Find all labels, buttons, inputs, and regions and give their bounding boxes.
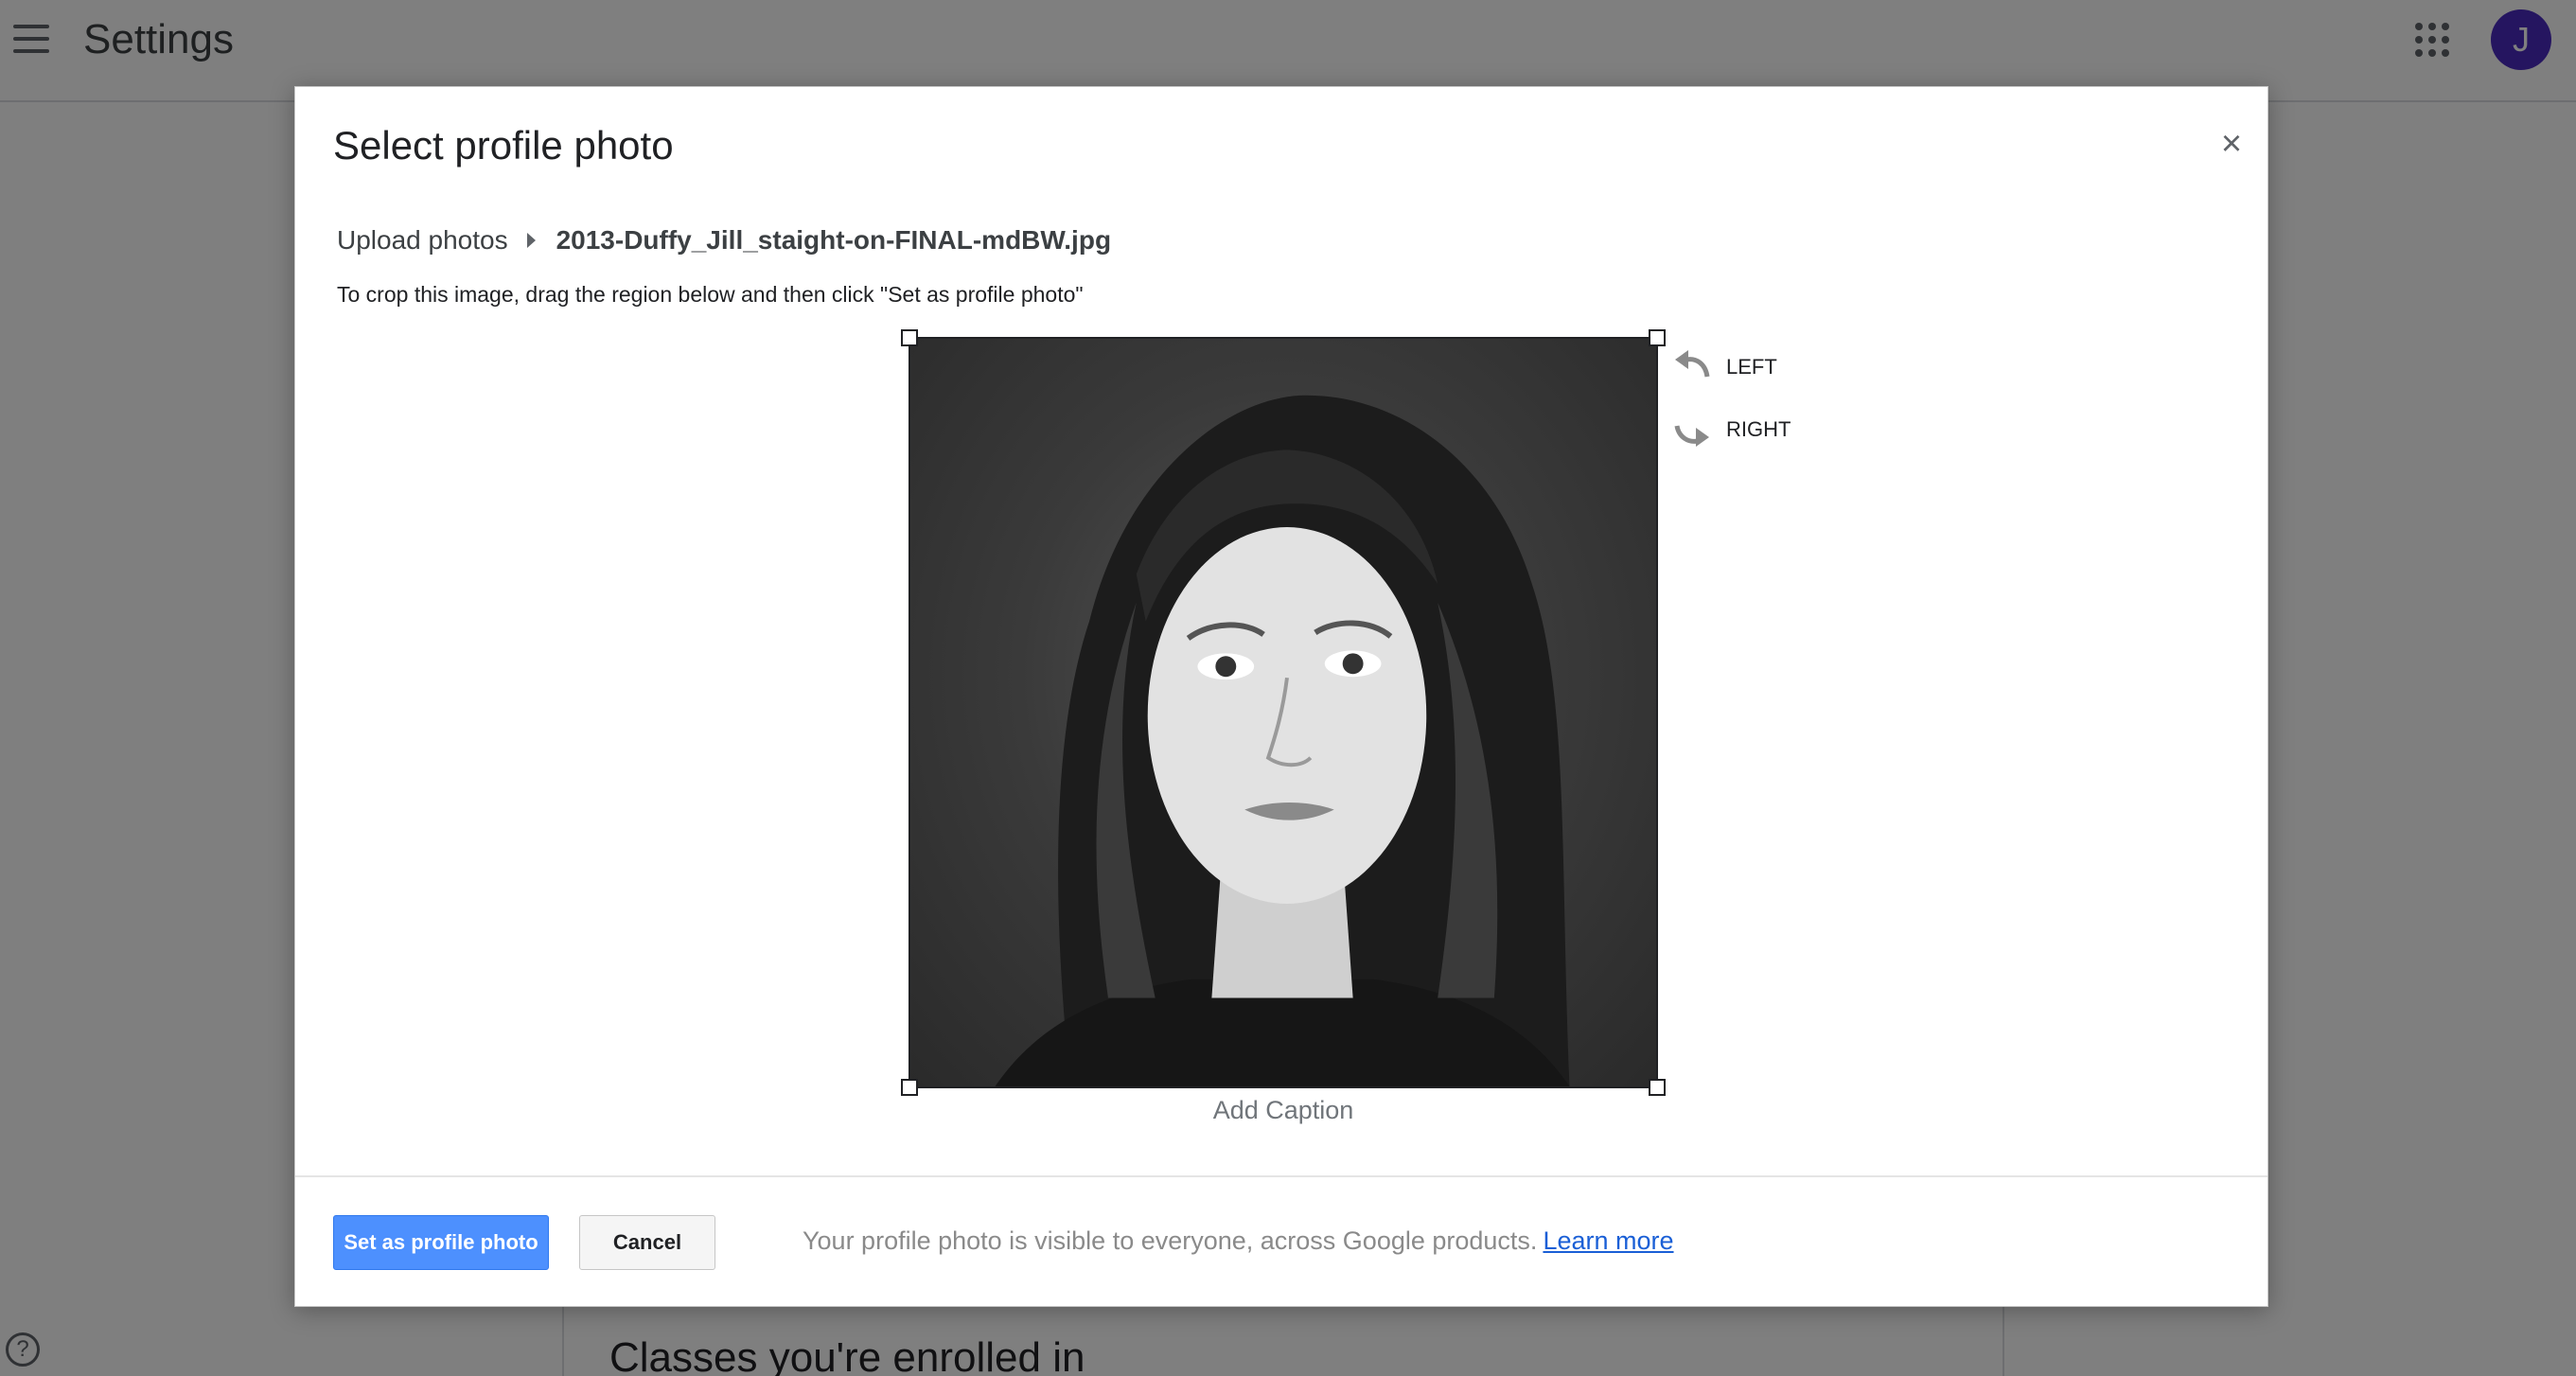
crop-instruction: To crop this image, drag the region belo… [337, 282, 1084, 307]
crop-handle-top-right[interactable] [1649, 329, 1666, 346]
crop-handle-bottom-right[interactable] [1649, 1079, 1666, 1096]
profile-photo [910, 339, 1656, 1086]
rotate-left-label: LEFT [1726, 355, 1777, 379]
rotate-right-label: RIGHT [1726, 417, 1791, 441]
visibility-note-text: Your profile photo is visible to everyon… [803, 1226, 1538, 1255]
select-profile-photo-dialog: Select profile photo × Upload photos 201… [294, 86, 2268, 1307]
footer-divider [295, 1175, 2267, 1177]
crop-handle-bottom-left[interactable] [901, 1079, 918, 1096]
crop-region[interactable] [901, 329, 1666, 1096]
rotate-right-icon [1674, 425, 1709, 447]
learn-more-link[interactable]: Learn more [1543, 1226, 1673, 1255]
rotate-left-icon [1675, 350, 1710, 378]
cancel-button[interactable]: Cancel [579, 1215, 715, 1270]
breadcrumb: Upload photos 2013-Duffy_Jill_staight-on… [337, 221, 1111, 259]
breadcrumb-upload-photos[interactable]: Upload photos [337, 225, 508, 256]
breadcrumb-current-file: 2013-Duffy_Jill_staight-on-FINAL-mdBW.jp… [556, 225, 1112, 255]
crop-handle-top-left[interactable] [901, 329, 918, 346]
rotate-right-button[interactable]: RIGHT [1671, 411, 1791, 449]
dialog-title: Select profile photo [333, 123, 674, 168]
rotate-left-button[interactable]: LEFT [1671, 348, 1777, 386]
chevron-right-icon [526, 233, 536, 248]
close-icon[interactable]: × [2209, 121, 2254, 167]
add-caption-field[interactable]: Add Caption [909, 1096, 1658, 1125]
set-as-profile-photo-button[interactable]: Set as profile photo [333, 1215, 549, 1270]
visibility-note: Your profile photo is visible to everyon… [803, 1226, 1674, 1256]
